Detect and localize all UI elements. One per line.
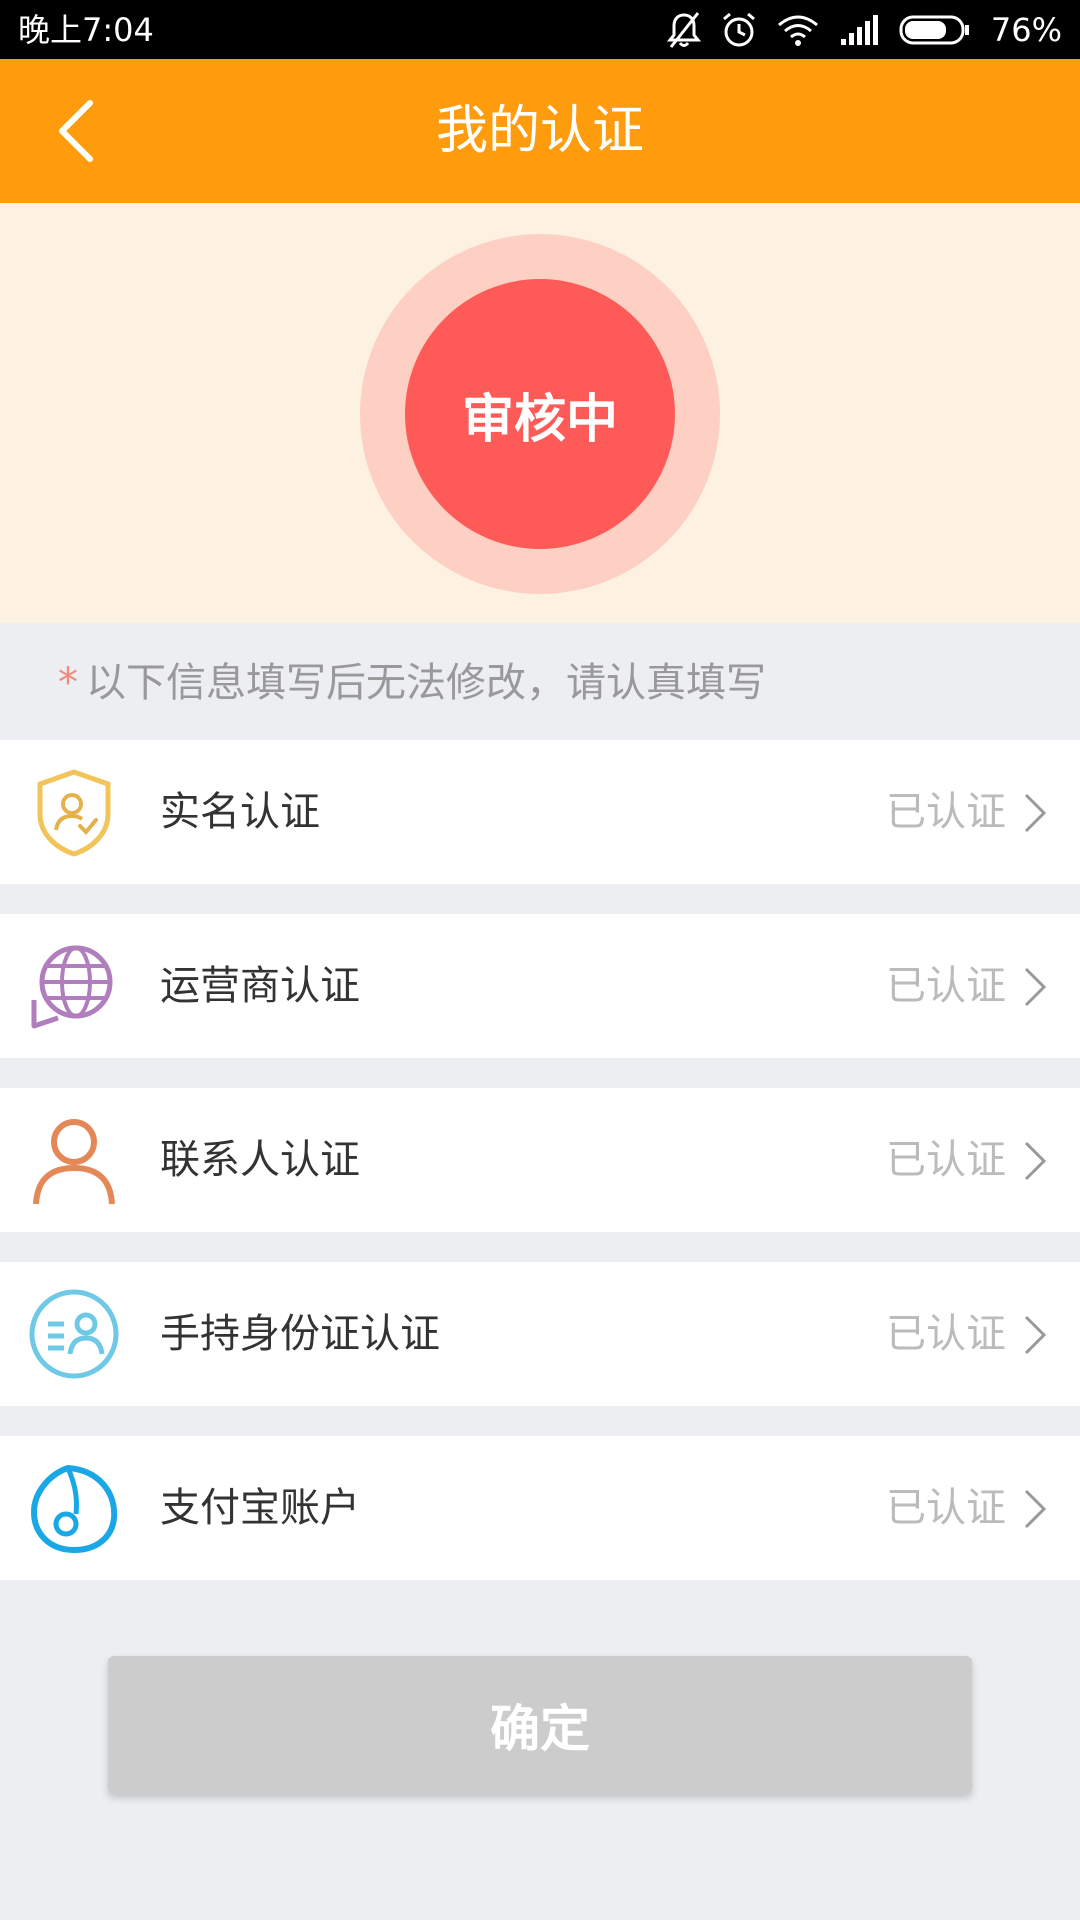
status-bar: 晚上7:04 76% xyxy=(0,0,1080,59)
required-marker: * xyxy=(58,660,78,706)
page-title: 我的认证 xyxy=(435,101,644,161)
list-item-label: 实名认证 xyxy=(160,789,320,835)
alipay-icon xyxy=(30,1464,118,1554)
list-item-label: 手持身份证认证 xyxy=(160,1311,440,1357)
list-item-label: 支付宝账户 xyxy=(160,1485,360,1531)
list-item-id-card[interactable]: 手持身份证认证 已认证 xyxy=(0,1262,1080,1406)
status-time: 晚上7:04 xyxy=(18,11,154,49)
list-item-status: 已认证 xyxy=(886,1137,1006,1183)
battery-icon xyxy=(899,15,969,45)
list-item-real-name[interactable]: 实名认证 已认证 xyxy=(0,740,1080,884)
notice-text: * 以下信息填写后无法修改，请认真填写 xyxy=(58,655,766,711)
list-item-carrier[interactable]: 运营商认证 已认证 xyxy=(0,914,1080,1058)
battery-percent: 76% xyxy=(990,11,1062,49)
list-item-status: 已认证 xyxy=(886,1311,1006,1357)
review-status-panel: 审核中 xyxy=(0,203,1080,623)
status-icons: 76% xyxy=(666,8,1062,52)
list-item-status: 已认证 xyxy=(886,963,1006,1009)
chevron-right-icon xyxy=(1024,1141,1047,1181)
id-card-icon xyxy=(29,1289,119,1379)
chevron-right-icon xyxy=(1024,1315,1047,1355)
list-item-alipay[interactable]: 支付宝账户 已认证 xyxy=(0,1436,1080,1580)
signal-icon xyxy=(840,15,878,45)
chevron-right-icon xyxy=(1024,1489,1047,1529)
globe-icon xyxy=(31,945,113,1029)
list-item-label: 联系人认证 xyxy=(160,1137,360,1183)
chevron-right-icon xyxy=(1024,793,1047,833)
alarm-icon xyxy=(722,12,755,47)
list-item-status: 已认证 xyxy=(886,1485,1006,1531)
list-item-label: 运营商认证 xyxy=(160,963,360,1009)
chevron-right-icon xyxy=(1024,967,1047,1007)
notice-message: 以下信息填写后无法修改，请认真填写 xyxy=(86,660,766,706)
list-item-status: 已认证 xyxy=(886,789,1006,835)
wifi-icon xyxy=(777,15,818,46)
header-bar: 我的认证 xyxy=(0,59,1080,203)
review-status-badge: 审核中 xyxy=(405,279,675,549)
person-icon xyxy=(33,1119,115,1205)
shield-user-icon xyxy=(37,769,111,857)
mute-icon xyxy=(666,12,701,48)
list-item-contacts[interactable]: 联系人认证 已认证 xyxy=(0,1088,1080,1232)
confirm-button[interactable]: 确定 xyxy=(108,1656,972,1794)
